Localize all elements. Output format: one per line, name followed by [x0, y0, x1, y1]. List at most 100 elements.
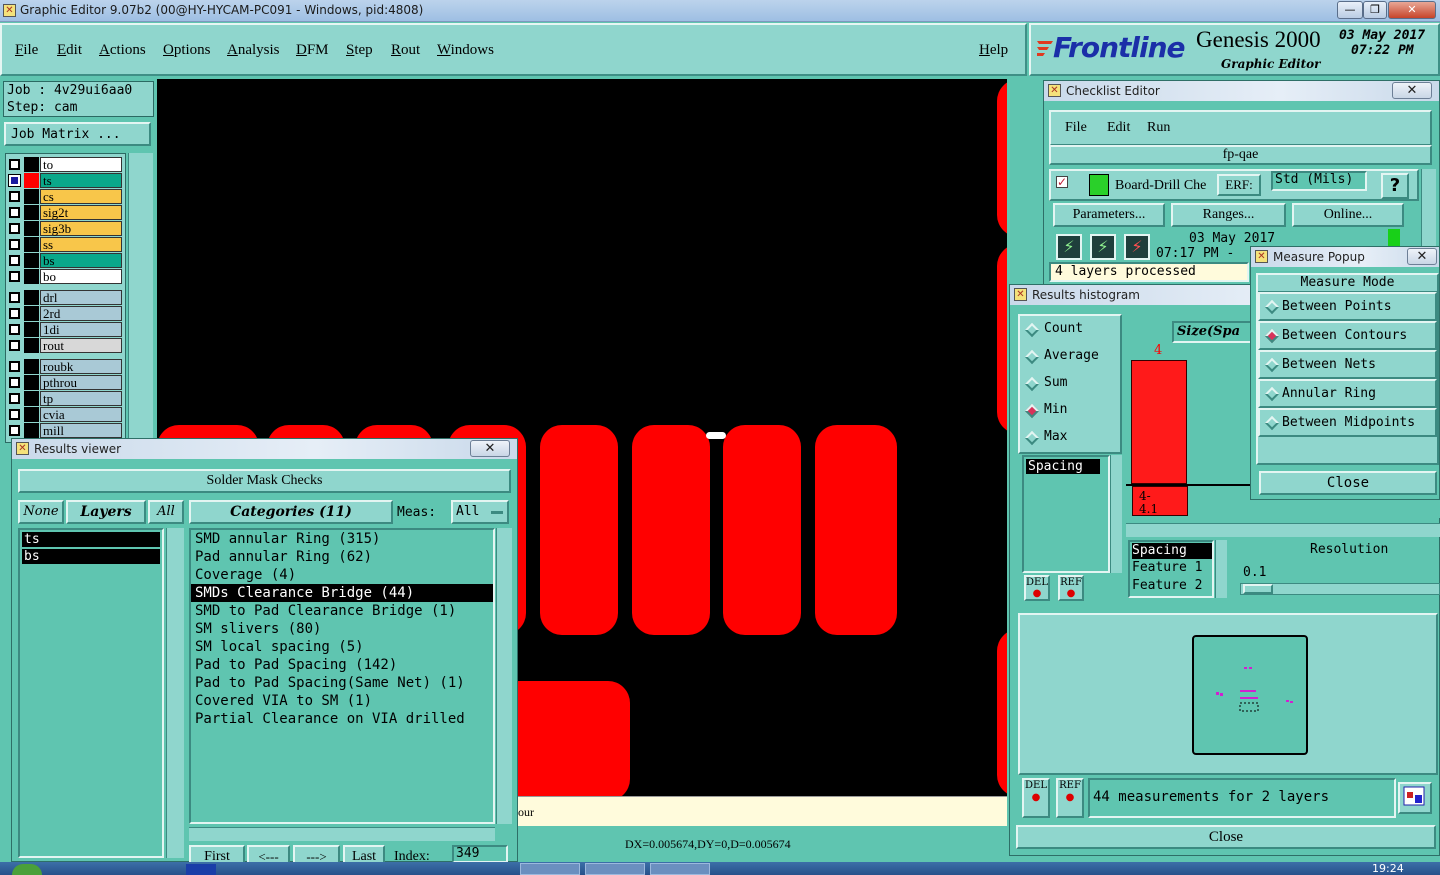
category-item[interactable]: Pad to Pad Spacing(Same Net) (1): [191, 674, 493, 692]
layer-name[interactable]: tp: [40, 391, 122, 406]
layer-color-swatch[interactable]: [24, 391, 39, 406]
layer-color-swatch[interactable]: [24, 205, 39, 220]
parameters-button[interactable]: Parameters...: [1053, 203, 1165, 227]
resolution-slider[interactable]: [1240, 583, 1440, 595]
layer-list-scrollbar[interactable]: [128, 153, 153, 443]
measure-mode-between-midpoints[interactable]: Between Midpoints: [1258, 408, 1437, 437]
category-item[interactable]: Covered VIA to SM (1): [191, 692, 493, 710]
results-viewer-close-icon[interactable]: ✕: [470, 440, 510, 457]
layer-name[interactable]: 1di: [40, 322, 122, 337]
layer-checkbox[interactable]: [9, 223, 20, 234]
histogram-mode-max[interactable]: Max: [1020, 424, 1120, 451]
layer-row-roubk[interactable]: roubk: [7, 359, 124, 374]
close-button[interactable]: ✕: [1388, 1, 1436, 19]
menu-options[interactable]: Options: [163, 42, 211, 59]
layer-row-bo[interactable]: bo: [7, 269, 124, 284]
layer-color-swatch[interactable]: [24, 237, 39, 252]
layer-color-swatch[interactable]: [24, 189, 39, 204]
layer-checkbox[interactable]: [9, 271, 20, 282]
menu-file[interactable]: File: [15, 42, 38, 59]
layer-checkbox[interactable]: [9, 239, 20, 250]
radio-icon[interactable]: [1264, 328, 1280, 344]
layer-row-pthrou[interactable]: pthrou: [7, 375, 124, 390]
layer-name[interactable]: sig2t: [40, 205, 122, 220]
layers-listbox[interactable]: ts bs: [18, 528, 164, 858]
menu-dfm[interactable]: DFM: [296, 42, 329, 59]
layer-row-2rd[interactable]: 2rd: [7, 306, 124, 321]
layer-checkbox[interactable]: [9, 340, 20, 351]
menu-analysis[interactable]: Analysis: [227, 42, 280, 59]
radio-icon[interactable]: [1264, 357, 1280, 373]
layer-color-swatch[interactable]: [24, 253, 39, 268]
measure-mode-between-points[interactable]: Between Points: [1258, 292, 1437, 321]
menu-windows[interactable]: Windows: [437, 42, 494, 59]
erf-value[interactable]: Std (Mils): [1271, 171, 1367, 191]
layers-scrollbar[interactable]: [166, 528, 184, 858]
histogram-hscrollbar[interactable]: [1126, 523, 1440, 537]
category-item[interactable]: SMDs Clearance Bridge (44): [191, 584, 493, 602]
run-check-icon[interactable]: ⚡: [1056, 234, 1082, 260]
layer-name[interactable]: 2rd: [40, 306, 122, 321]
category-item[interactable]: Coverage (4): [191, 566, 493, 584]
taskbar-app-icon[interactable]: [520, 863, 580, 875]
category-item[interactable]: SMD to Pad Clearance Bridge (1): [191, 602, 493, 620]
layer-checkbox[interactable]: [9, 425, 20, 436]
check-toggle[interactable]: ✓: [1056, 176, 1068, 188]
categories-hscrollbar[interactable]: [189, 827, 495, 841]
histogram-mode-min[interactable]: Min: [1020, 397, 1120, 424]
histogram-list-item[interactable]: Spacing: [1026, 459, 1100, 474]
layers-all-button[interactable]: All: [148, 500, 184, 524]
layer-color-swatch[interactable]: [24, 375, 39, 390]
job-matrix-button[interactable]: Job Matrix ...: [4, 122, 151, 146]
layer-color-swatch[interactable]: [24, 338, 39, 353]
chart-settings-icon[interactable]: [1398, 782, 1432, 814]
feature-preview[interactable]: [1192, 635, 1308, 755]
taskbar-app-icon[interactable]: [585, 863, 645, 875]
index-input[interactable]: 349: [452, 845, 508, 863]
layer-name[interactable]: sig3b: [40, 221, 122, 236]
measure-mode-between-contours[interactable]: Between Contours: [1258, 321, 1437, 350]
layer-name[interactable]: ts: [40, 173, 122, 188]
layer-checkbox[interactable]: [8, 174, 21, 187]
layer-checkbox[interactable]: [9, 159, 20, 170]
layer-row-rout[interactable]: rout: [7, 338, 124, 353]
radio-icon[interactable]: [1264, 386, 1280, 402]
measure-close-icon[interactable]: ✕: [1407, 248, 1437, 265]
checklist-menu-file[interactable]: File: [1065, 120, 1087, 136]
category-item[interactable]: Partial Clearance on VIA drilled: [191, 710, 493, 728]
layer-color-swatch[interactable]: [24, 306, 39, 321]
layer-row-sig3b[interactable]: sig3b: [7, 221, 124, 236]
taskbar-app-icon[interactable]: [650, 863, 710, 875]
layer-checkbox[interactable]: [9, 324, 20, 335]
layer-color-swatch[interactable]: [24, 269, 39, 284]
histogram-mode-count[interactable]: Count: [1020, 316, 1120, 343]
layers-none-button[interactable]: None: [18, 500, 64, 524]
size-dropdown[interactable]: Size(Spa: [1172, 321, 1252, 343]
menu-actions[interactable]: Actions: [99, 42, 146, 59]
categories-scrollbar[interactable]: [496, 528, 512, 824]
layer-row-cvia[interactable]: cvia: [7, 407, 124, 422]
taskbar-app-icon[interactable]: [186, 864, 216, 875]
layers-button[interactable]: Layers: [66, 500, 146, 524]
layer-color-swatch[interactable]: [24, 173, 39, 188]
histogram-bar[interactable]: [1131, 360, 1187, 484]
category-item[interactable]: SMD annular Ring (315): [191, 530, 493, 548]
category-item[interactable]: Pad to Pad Spacing (142): [191, 656, 493, 674]
layer-color-swatch[interactable]: [24, 221, 39, 236]
layer-row-1di[interactable]: 1di: [7, 322, 124, 337]
layer-color-swatch[interactable]: [24, 157, 39, 172]
info-scrollbar[interactable]: [1215, 540, 1227, 598]
layer-color-swatch[interactable]: [24, 290, 39, 305]
layer-color-swatch[interactable]: [24, 407, 39, 422]
menu-step[interactable]: Step: [346, 42, 373, 59]
radio-icon[interactable]: [1024, 349, 1040, 365]
checklist-menu-run[interactable]: Run: [1147, 120, 1170, 136]
layer-name[interactable]: drl: [40, 290, 122, 305]
layer-name[interactable]: rout: [40, 338, 122, 353]
layer-result-item[interactable]: ts: [22, 532, 160, 547]
layer-row-drl[interactable]: drl: [7, 290, 124, 305]
measure-mode-between-nets[interactable]: Between Nets: [1258, 350, 1437, 379]
layer-row-ss[interactable]: ss: [7, 237, 124, 252]
radio-icon[interactable]: [1024, 430, 1040, 446]
start-icon[interactable]: [12, 864, 42, 875]
